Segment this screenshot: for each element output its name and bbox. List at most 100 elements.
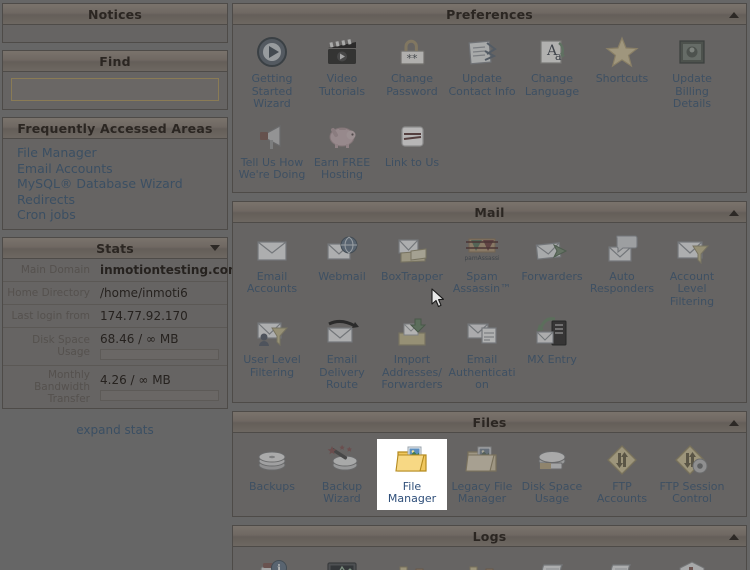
tile-webalizer-ftp[interactable]: Webalizer FTP <box>447 553 517 570</box>
group-header-mail[interactable]: Mail <box>233 201 746 223</box>
tile-update-contact-info[interactable]: Update Contact Info <box>447 31 517 115</box>
ftp-gear-icon <box>658 441 726 479</box>
tile-label: Legacy File Manager <box>451 479 513 505</box>
tile-getting-started-wizard[interactable]: Getting Started Wizard <box>237 31 307 115</box>
group-header-logs[interactable]: Logs <box>233 525 746 547</box>
tile-backup-wizard[interactable]: Backup Wizard <box>307 439 377 510</box>
lock-password-icon: ** <box>378 33 446 71</box>
tile-update-billing-details[interactable]: Update Billing Details <box>657 31 727 115</box>
frequent-link-1[interactable]: Email Accounts <box>17 161 227 177</box>
tile-label: Email Accounts <box>246 269 298 295</box>
tile-label: FTP Session Control <box>659 479 725 505</box>
svg-text:a: a <box>555 50 562 63</box>
stats-rows: Main Domain inmotiontesting.com Home Direc… <box>3 258 240 408</box>
envelope-box-icon <box>378 231 446 269</box>
tile-auto-responders[interactable]: Auto Responders <box>587 229 657 313</box>
stat-row: Home Directory/home/inmoti6 <box>3 282 227 305</box>
stats-header[interactable]: Stats <box>3 237 227 259</box>
frequent-link-2[interactable]: MySQL® Database Wizard <box>17 176 227 192</box>
tile-spam-assassin[interactable]: SpamAssassin Spam Assassin™ <box>447 229 517 313</box>
tile-label: Forwarders <box>521 269 583 283</box>
envelope-globe-icon <box>308 231 376 269</box>
tile-raw-access-logs[interactable]: Raw Access Logs <box>517 553 587 570</box>
tile-disk-space-usage[interactable]: Disk Space Usage <box>517 439 587 510</box>
tile-label: Getting Started Wizard <box>251 72 293 110</box>
tile-tell-us-how-we-re-doing[interactable]: Tell Us How We're Doing <box>237 115 307 186</box>
tile-label: FTP Accounts <box>596 479 648 505</box>
stat-label: Monthly Bandwidth Transfer <box>34 368 90 405</box>
expand-stats-link[interactable]: expand stats <box>2 423 228 437</box>
tile-backups[interactable]: Backups <box>237 439 307 510</box>
tile-change-password[interactable]: ** Change Password <box>377 31 447 115</box>
tile-label: Disk Space Usage <box>521 479 583 505</box>
triangle-up-icon[interactable] <box>729 12 739 18</box>
svg-text:**: ** <box>407 52 419 65</box>
tile-error-log[interactable]: Error Log <box>587 553 657 570</box>
tile-email-authentication[interactable]: Email Authentication <box>447 312 517 396</box>
stats-title: Stats <box>96 240 134 256</box>
link-banner-icon <box>378 117 446 155</box>
frequent-link-3[interactable]: Redirects <box>17 192 227 208</box>
frequently-accessed-panel: Frequently Accessed Areas File Manager Em… <box>2 117 228 230</box>
tile-ftp-accounts[interactable]: FTP Accounts <box>587 439 657 510</box>
tile-legacy-file-manager[interactable]: Legacy File Manager <box>447 439 517 510</box>
spamassassin-icon: SpamAssassin <box>448 231 516 269</box>
frequently-accessed-list: File Manager Email Accounts MySQL® Databas… <box>3 139 227 229</box>
tile-label: Spam Assassin™ <box>452 269 512 295</box>
tile-account-level-filtering[interactable]: Account Level Filtering <box>657 229 727 313</box>
notices-panel: Notices <box>2 3 228 43</box>
usage-meter <box>100 389 227 401</box>
stat-label: Last login from <box>11 309 90 322</box>
frequent-link-4[interactable]: Cron jobs <box>17 207 227 223</box>
usage-meter <box>100 349 227 360</box>
tile-forwarders[interactable]: Forwarders <box>517 229 587 313</box>
triangle-up-icon[interactable] <box>729 419 739 426</box>
tile-webalizer[interactable]: Webalizer <box>377 553 447 570</box>
group-header-files[interactable]: Files <box>233 411 746 433</box>
piggy-bank-icon <box>308 117 376 155</box>
triangle-up-icon[interactable] <box>729 533 739 540</box>
tile-file-manager[interactable]: File Manager <box>377 438 447 510</box>
tile-change-language[interactable]: Aa Change Language <box>517 31 587 115</box>
envelope-arrow-icon <box>518 231 586 269</box>
bar-chart-icon <box>378 555 446 570</box>
tile-import-addresses-forwarders[interactable]: Import Addresses/ Forwarders <box>377 312 447 396</box>
document-stack-icon <box>518 555 586 570</box>
tile-user-level-filtering[interactable]: User Level Filtering <box>237 312 307 396</box>
star-icon <box>588 33 656 71</box>
chevron-down-icon[interactable] <box>210 244 220 251</box>
film-clapper-icon <box>308 33 376 71</box>
disk-stack-icon <box>238 441 306 479</box>
tile-label: File Manager <box>387 479 437 505</box>
tile-email-delivery-route[interactable]: Email Delivery Route <box>307 312 377 396</box>
group-header-preferences[interactable]: Preferences <box>233 4 746 25</box>
stat-label: Home Directory <box>7 286 90 299</box>
tile-earn-free-hosting[interactable]: Earn FREE Hosting <box>307 115 377 186</box>
frequently-accessed-title: Frequently Accessed Areas <box>17 121 213 136</box>
tile-shortcuts[interactable]: Shortcuts <box>587 31 657 115</box>
group-body-mail: Email Accounts WebmailBoxTrapperSpamAssas… <box>233 222 746 402</box>
tile-mx-entry[interactable]: MX Entry <box>517 312 587 396</box>
tile-latest-visitors[interactable]: iLatest Visitors <box>237 553 307 570</box>
tile-video-tutorials[interactable]: Video Tutorials <box>307 31 377 115</box>
tile-email-accounts[interactable]: Email Accounts <box>237 229 307 313</box>
notices-body <box>3 25 227 42</box>
find-header: Find <box>3 51 227 72</box>
tile-link-to-us[interactable]: Link to Us <box>377 115 447 186</box>
stat-row: Last login from 174.77.92.170 <box>3 305 227 328</box>
ftp-diamond-icon <box>588 441 656 479</box>
tile-boxtrapper[interactable]: BoxTrapper <box>377 229 447 313</box>
tile-label: Account Level Filtering <box>669 269 715 308</box>
envelope-funnel-icon <box>658 231 726 269</box>
tile-awstats[interactable]: Awstats <box>657 553 727 570</box>
tile-ftp-session-control[interactable]: FTP Session Control <box>657 439 727 510</box>
tile-label: Email Delivery Route <box>319 353 365 391</box>
folder-image-icon <box>448 441 516 479</box>
triangle-up-icon[interactable] <box>729 209 739 216</box>
search-input[interactable] <box>11 78 219 101</box>
frequent-link-0[interactable]: File Manager <box>17 145 227 161</box>
monitor-graph-icon <box>308 555 376 570</box>
tile-webmail[interactable]: Webmail <box>307 229 377 313</box>
tile-bandwidth[interactable]: Bandwidth <box>307 553 377 570</box>
tile-label: Link to Us <box>384 155 440 169</box>
